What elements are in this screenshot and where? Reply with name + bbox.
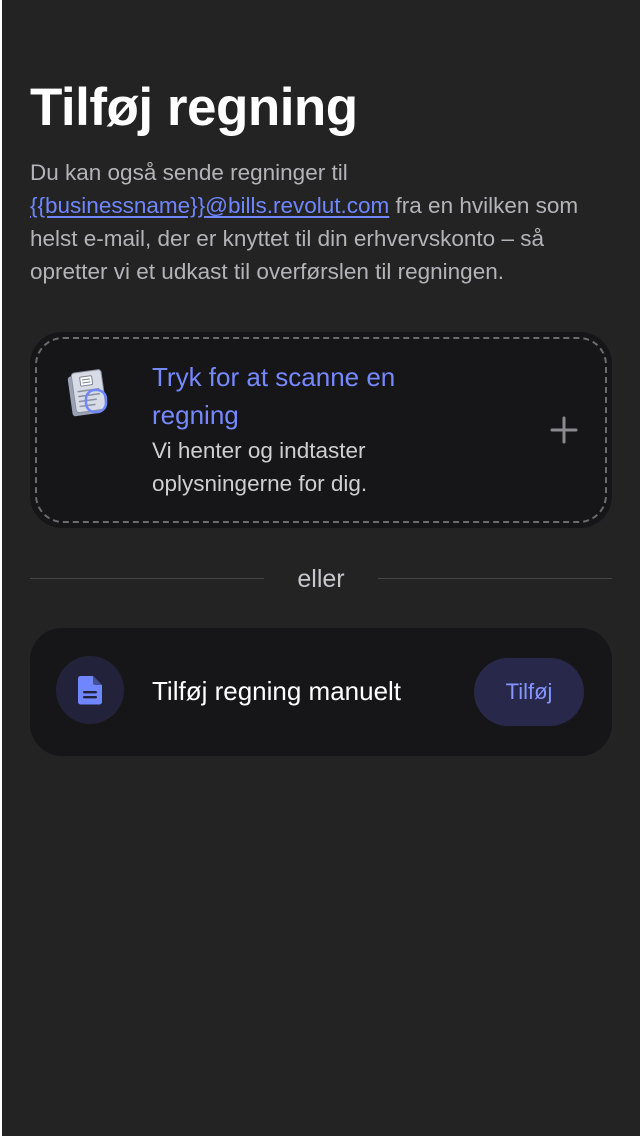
- description-text-before: Du kan også sende regninger til: [30, 160, 348, 185]
- plus-icon[interactable]: [548, 414, 580, 446]
- add-manually-label: Tilføj regning manuelt: [152, 676, 402, 706]
- bills-email-link[interactable]: {{businessname}}@bills.revolut.com: [30, 193, 389, 218]
- document-icon: [78, 676, 102, 705]
- page-description: Du kan også sende regninger til {{busine…: [30, 156, 620, 288]
- divider-label: eller: [297, 565, 345, 593]
- add-manually-card[interactable]: Tilføj regning manuelt Tilføj: [30, 628, 612, 756]
- scan-card-subtitle: Vi henter og indtaster oplysningerne for…: [152, 438, 368, 496]
- add-bill-screen: Tilføj regning Du kan også sende regning…: [0, 0, 640, 1136]
- add-button[interactable]: Tilføj: [474, 658, 584, 726]
- screen-edge: [0, 0, 2, 1136]
- receipt-scan-icon: [67, 369, 108, 417]
- or-divider: eller: [30, 562, 612, 596]
- page-title: Tilføj regning: [30, 78, 358, 137]
- scan-card-title: Tryk for at scanne en regning: [152, 362, 396, 430]
- document-icon-avatar: [56, 656, 124, 724]
- divider-line-right: [378, 578, 612, 579]
